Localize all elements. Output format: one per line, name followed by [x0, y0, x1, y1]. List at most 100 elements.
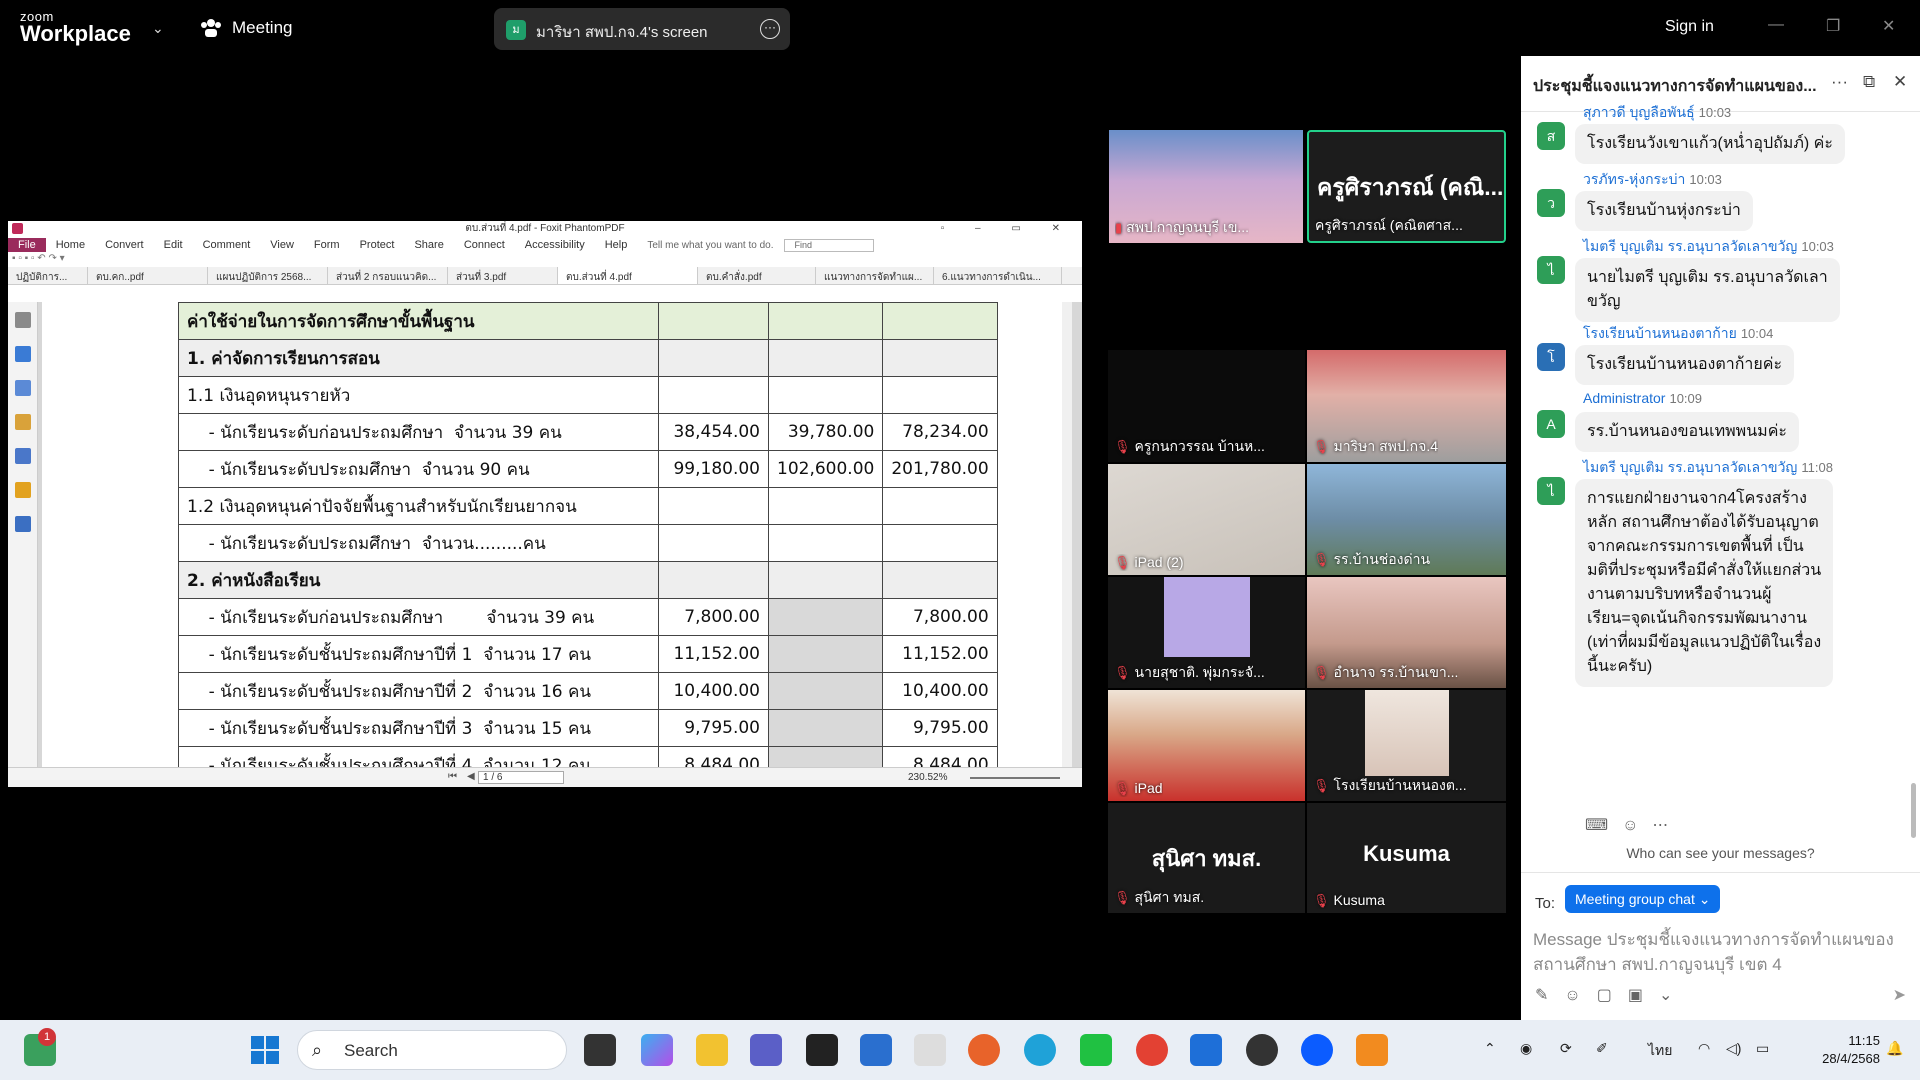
row-value: 10,400.00	[882, 672, 998, 710]
menu-protect[interactable]: Protect	[350, 239, 405, 251]
video-tile[interactable]: สุนิศา ทมส. 🎙 สุนิศา ทมส.	[1108, 803, 1305, 913]
quick-access-toolbar[interactable]: ▪ ▫ ▪ ▫ ↶ ↷ ▾	[8, 253, 1082, 267]
doc-tab[interactable]: แผนปฏิบัติการ 2568...	[208, 267, 328, 284]
edge-icon[interactable]	[1024, 1034, 1056, 1066]
chevron-down-icon[interactable]: ⌄	[152, 20, 164, 37]
store-icon[interactable]	[860, 1034, 892, 1066]
video-tile[interactable]: 🎙 iPad (2)	[1108, 464, 1305, 575]
table-row: - นักเรียนระดับชั้นประถมศึกษาปีที่ 3 จำน…	[178, 709, 998, 747]
find-input[interactable]: Find	[783, 238, 874, 252]
tray-icon[interactable]: ◉	[1520, 1040, 1532, 1057]
comments-icon[interactable]	[15, 414, 31, 430]
firefox-icon[interactable]	[968, 1034, 1000, 1066]
video-tile[interactable]: Kusuma 🎙 Kusuma	[1307, 803, 1506, 913]
video-tile[interactable]: 🎙 อำนาจ รร.บ้านเขา...	[1307, 577, 1506, 688]
recipient-select[interactable]: Meeting group chat ⌄	[1565, 885, 1721, 913]
meeting-button[interactable]: Meeting	[232, 18, 292, 38]
attachment-icon[interactable]	[15, 448, 31, 464]
table-row: - นักเรียนระดับประถมศึกษา จำนวน.........…	[178, 524, 998, 562]
zoom-icon[interactable]	[1301, 1034, 1333, 1066]
video-tile[interactable]: 🎙 iPad	[1108, 690, 1305, 801]
line-icon[interactable]	[1080, 1034, 1112, 1066]
doc-tab[interactable]: ตบ.คำสั่ง.pdf	[698, 267, 816, 284]
volume-icon[interactable]: ◁)	[1726, 1040, 1741, 1057]
participant-name: Kusuma	[1333, 892, 1385, 908]
notifications-icon[interactable]: 🔔	[1886, 1040, 1903, 1057]
doc-tab[interactable]: ส่วนที่ 3.pdf	[448, 267, 558, 284]
chat-scrollbar[interactable]	[1911, 783, 1916, 838]
doc-tab[interactable]: ปฏิบัติการ...	[8, 267, 88, 284]
app-icon[interactable]	[1356, 1034, 1388, 1066]
taskbar-search[interactable]: ⌕ Search	[297, 1030, 567, 1070]
screen-share-indicator[interactable]: ม มาริษา สพป.กจ.4's screen ···	[494, 8, 790, 50]
close-window-icon[interactable]: ✕	[1882, 16, 1895, 36]
pdf-scrollbar[interactable]	[1062, 302, 1072, 767]
zoom-slider[interactable]	[970, 777, 1060, 779]
zoom-level[interactable]: 230.52%	[908, 772, 947, 783]
doc-tab-active[interactable]: ตบ.ส่วนที่ 4.pdf	[558, 267, 698, 284]
menu-convert[interactable]: Convert	[95, 239, 154, 251]
obs-icon[interactable]	[1246, 1034, 1278, 1066]
menu-connect[interactable]: Connect	[454, 239, 515, 251]
start-icon[interactable]	[249, 1034, 281, 1066]
more-icon[interactable]: ···	[1831, 72, 1848, 92]
menu-view[interactable]: View	[260, 239, 304, 251]
sign-in-button[interactable]: Sign in	[1665, 18, 1714, 36]
pen-icon[interactable]: ✐	[1596, 1040, 1608, 1057]
menu-home[interactable]: Home	[46, 239, 95, 251]
app-icon[interactable]	[914, 1034, 946, 1066]
chrome-icon[interactable]	[1136, 1034, 1168, 1066]
message-reactions[interactable]: ⌨☺⋯	[1585, 815, 1682, 835]
language-indicator[interactable]: ไทย	[1648, 1040, 1672, 1062]
menu-comment[interactable]: Comment	[193, 239, 261, 251]
video-tile[interactable]: 🎙 ครูกนกวรรณ บ้านห...	[1108, 350, 1305, 462]
shared-screen-pdf-viewer: ตบ.ส่วนที่ 4.pdf - Foxit PhantomPDF ▫ – …	[8, 221, 1082, 787]
doc-tab[interactable]: ตบ.คก..pdf	[88, 267, 208, 284]
notification-badge: 1	[38, 1028, 56, 1046]
battery-icon[interactable]: ▭	[1756, 1040, 1769, 1057]
amazon-icon[interactable]	[806, 1034, 838, 1066]
composer-tools[interactable]: ✎☺▢▣⌄	[1535, 985, 1688, 1005]
doc-tab[interactable]: ส่วนที่ 2 กรอบแนวคิด...	[328, 267, 448, 284]
wifi-icon[interactable]: ◠	[1698, 1040, 1710, 1057]
close-icon[interactable]: ✕	[1893, 72, 1907, 92]
video-tile-active-speaker[interactable]: ครูศิราภรณ์ (คณิ... ครูศิราภรณ์ (คณิตศาส…	[1307, 130, 1506, 243]
foxit-window-controls[interactable]: ▫ – ▭ ✕	[941, 221, 1074, 237]
more-options-icon[interactable]: ···	[760, 19, 780, 39]
file-explorer-icon[interactable]	[696, 1034, 728, 1066]
video-tile[interactable]: 🎙 นายสุชาติ. พุ่มกระจั...	[1108, 577, 1305, 688]
doc-tab[interactable]: 6.แนวทางการดำเนิน...	[934, 267, 1062, 284]
tell-me-field[interactable]: Tell me what you want to do.	[637, 240, 783, 251]
doc-tab[interactable]: แนวทางการจัดทำแผ...	[816, 267, 934, 284]
pages-icon[interactable]	[15, 346, 31, 362]
app-icon[interactable]	[1190, 1034, 1222, 1066]
layers-icon[interactable]	[15, 380, 31, 396]
signature-icon[interactable]	[15, 516, 31, 532]
page-indicator[interactable]: 1 / 6	[478, 771, 564, 784]
copilot-icon[interactable]	[641, 1034, 673, 1066]
minimize-icon[interactable]: —	[1768, 16, 1784, 34]
teams-icon[interactable]	[750, 1034, 782, 1066]
message-input[interactable]: Message ประชุมชี้แจงแนวทางการจัดทำแผนของ…	[1533, 927, 1913, 977]
video-tile[interactable]: 🎙 โรงเรียนบ้านหนองต...	[1307, 690, 1506, 801]
menu-form[interactable]: Form	[304, 239, 350, 251]
video-tile[interactable]: 🎙 รร.บ้านช่องด่าน	[1307, 464, 1506, 575]
menu-edit[interactable]: Edit	[154, 239, 193, 251]
sync-icon[interactable]: ⟳	[1560, 1040, 1572, 1057]
pop-out-icon[interactable]: ⧉	[1863, 72, 1875, 92]
who-can-see-link[interactable]: Who can see your messages?	[1521, 845, 1920, 861]
bookmark-icon[interactable]	[15, 312, 31, 328]
chevron-up-icon[interactable]: ⌃	[1484, 1040, 1496, 1057]
clock[interactable]: 11:15 28/4/2568	[1810, 1032, 1880, 1068]
menu-accessibility[interactable]: Accessibility	[515, 239, 595, 251]
task-view-icon[interactable]	[584, 1034, 616, 1066]
menu-share[interactable]: Share	[404, 239, 453, 251]
menu-help[interactable]: Help	[595, 239, 638, 251]
pdf-page[interactable]: ค่าใช้จ่ายในการจัดการศึกษาขั้นพื้นฐาน 1.…	[42, 302, 1072, 767]
video-tile[interactable]: 🎙 มาริษา สพป.กจ.4	[1307, 350, 1506, 462]
send-icon[interactable]: ➤	[1893, 985, 1906, 1005]
video-tile[interactable]: ▮ สพป.กาญจนบุรี เข...	[1109, 130, 1303, 243]
menu-file[interactable]: File	[8, 238, 46, 252]
maximize-icon[interactable]: ❐	[1826, 16, 1840, 36]
lock-icon[interactable]	[15, 482, 31, 498]
